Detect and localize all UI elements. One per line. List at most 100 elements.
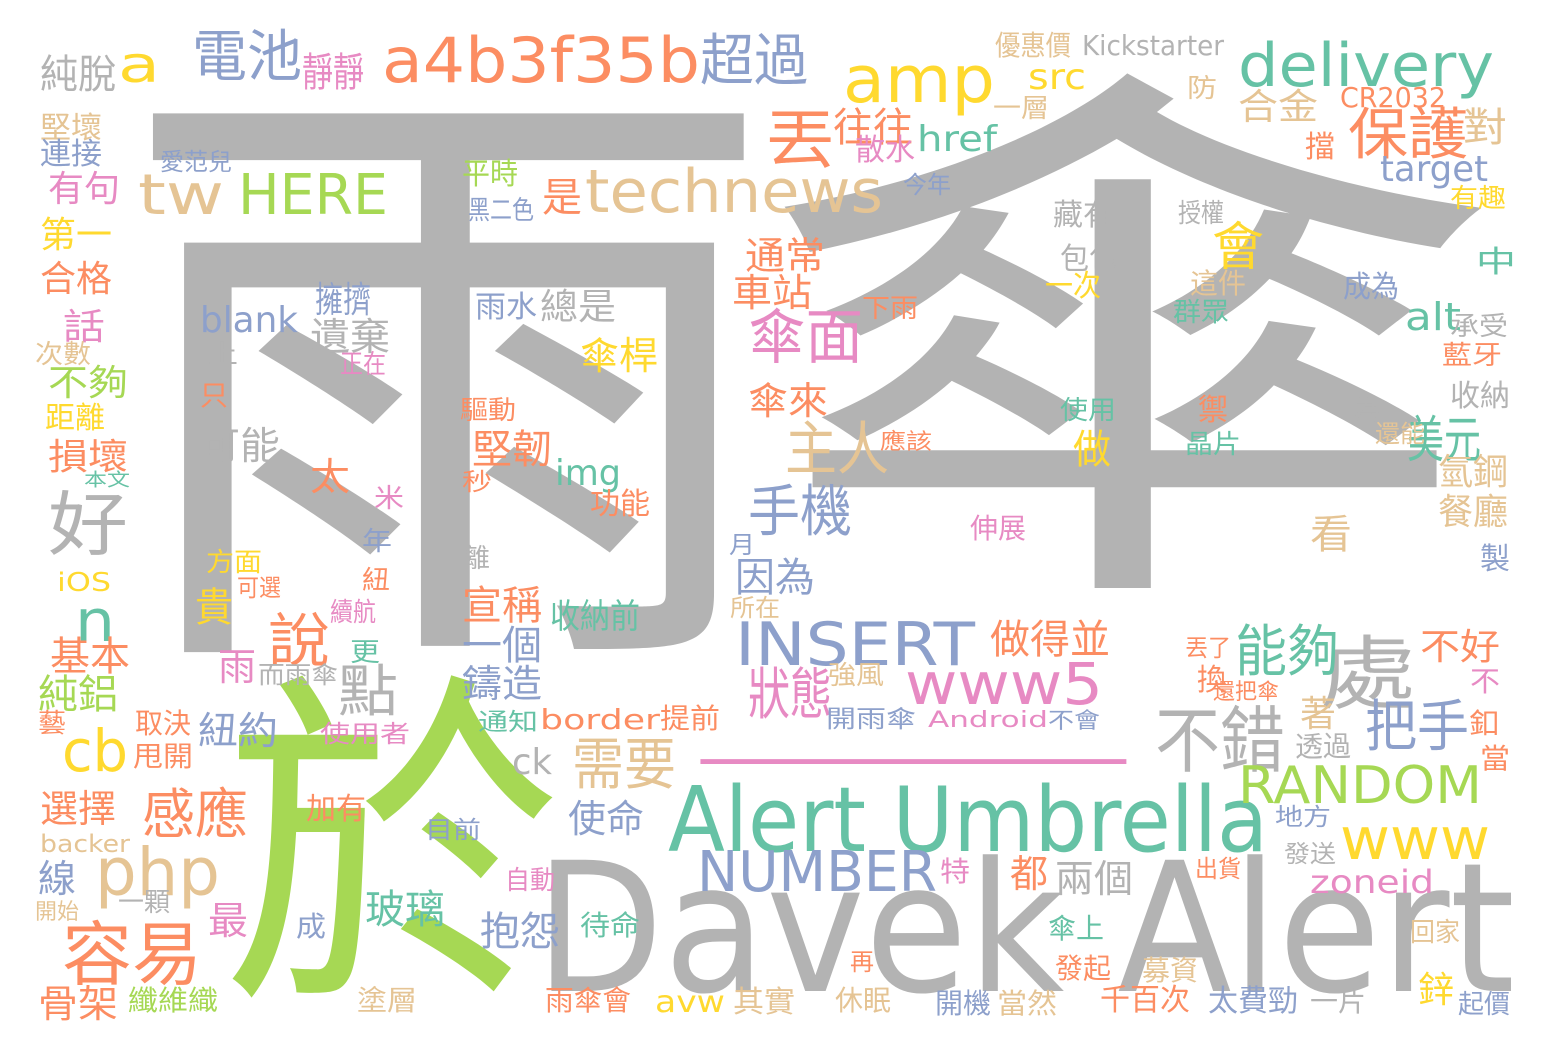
cloud-word: 靜靜 — [302, 50, 364, 96]
cloud-word: 藝 — [38, 709, 66, 739]
cloud-word: 離 — [462, 544, 490, 574]
cloud-word: 玻璃 — [365, 887, 445, 933]
cloud-word: Android — [928, 708, 1048, 733]
cloud-word: 開雨傘 — [826, 705, 916, 733]
cloud-word: 應該 — [880, 430, 932, 455]
cloud-word: www5 — [905, 650, 1103, 718]
cloud-word: 電池 — [192, 25, 302, 90]
cloud-word: 散水 — [855, 133, 915, 168]
cloud-word: 傘上 — [1048, 912, 1104, 945]
cloud-word: 驅動 — [460, 396, 516, 426]
cloud-word: 通常 — [745, 234, 825, 278]
cloud-word: 鑄造 — [462, 662, 542, 706]
cloud-word: 黑二色 — [468, 196, 534, 226]
cloud-word: 提前 — [660, 702, 720, 735]
cloud-word: 合金 — [1238, 87, 1318, 128]
cloud-word: 藍牙 — [1442, 341, 1502, 371]
cloud-word: 擋 — [1305, 130, 1335, 165]
cloud-word: 甩開 — [133, 740, 193, 773]
cloud-word: 當 — [1480, 742, 1510, 775]
cloud-word: 出貨 — [1195, 855, 1241, 883]
cloud-word: 本文 — [84, 470, 130, 491]
cloud-word: 特 — [940, 855, 970, 888]
cloud-word: 基本 — [50, 634, 130, 680]
cloud-word: 加有 — [306, 792, 366, 827]
cloud-word: 傘來 — [748, 379, 828, 423]
cloud-word: 太 — [310, 455, 350, 499]
cloud-word: 成為 — [1343, 270, 1399, 305]
cloud-word: 堅韌 — [472, 427, 552, 473]
cloud-word: 募資 — [1142, 954, 1198, 987]
cloud-word: blank — [200, 300, 298, 341]
cloud-word: 地方 — [1275, 803, 1331, 831]
cloud-word: 製 — [1480, 542, 1510, 577]
cloud-word: 不會 — [1048, 709, 1100, 734]
cloud-word: 月 — [729, 531, 755, 559]
cloud-word: 宣稱 — [462, 583, 542, 629]
cloud-word: 目前 — [425, 816, 481, 844]
cloud-word: 還把傘 — [1213, 680, 1279, 705]
cloud-word: cb — [62, 717, 128, 785]
word-cloud: 雨傘於 Davek Alert 一 Alert Umbrella a4b3f35b tec… — [0, 0, 1548, 1052]
cloud-word: 使命 — [568, 797, 644, 841]
cloud-word: zoneid — [1310, 863, 1434, 901]
cloud-word: 雨水 — [475, 290, 537, 325]
cloud-word: 優惠價 — [995, 29, 1071, 62]
cloud-word: 米 — [374, 484, 404, 514]
cloud-word: 釦 — [1469, 707, 1499, 740]
cloud-word: 一層 — [993, 94, 1049, 124]
cloud-word: 發起 — [1055, 952, 1111, 985]
cloud-word: 主人 — [785, 415, 889, 483]
cloud-word: 有句 — [48, 169, 120, 210]
cloud-word: 千百次 — [1100, 983, 1190, 1018]
cloud-word: 手機 — [748, 480, 852, 545]
cloud-word: 傘桿 — [580, 334, 658, 378]
cloud-word: 正在 — [340, 350, 386, 380]
cloud-word: 待命 — [580, 909, 640, 942]
cloud-word: 感應 — [142, 783, 248, 846]
cloud-word: avw — [655, 985, 725, 1020]
cloud-word: 合格 — [40, 259, 112, 300]
cloud-word: www — [1340, 805, 1490, 873]
cloud-word: 防 — [1187, 74, 1217, 104]
cloud-word: 可能 — [200, 424, 280, 468]
cloud-word: 平時 — [462, 157, 518, 192]
cloud-word: 取決 — [135, 707, 191, 740]
cloud-word: 著 — [1300, 694, 1336, 735]
cloud-word: technews — [585, 157, 883, 227]
cloud-word: 藏有 — [1053, 198, 1113, 233]
cloud-word: 距離 — [45, 401, 105, 436]
cloud-word: 有趣 — [1450, 184, 1506, 214]
cloud-word: 強風 — [828, 661, 884, 691]
cloud-word: target — [1380, 149, 1488, 190]
cloud-word: 再 — [850, 948, 874, 976]
cloud-word: 線 — [38, 857, 76, 901]
cloud-word: 好 — [48, 484, 128, 566]
cloud-word: 丟 — [765, 103, 835, 178]
cloud-word: 今年 — [903, 171, 951, 199]
cloud-word: 方面 — [206, 548, 262, 578]
cloud-word: 續航 — [330, 598, 376, 628]
cloud-word: 狀態 — [748, 663, 832, 728]
cloud-word: HERE — [238, 163, 388, 228]
cloud-word: 授權 — [1178, 199, 1224, 229]
cloud-word: NUMBER — [697, 840, 937, 905]
cloud-word: 禦 — [1198, 393, 1228, 428]
cloud-word: 不夠 — [48, 363, 128, 404]
cloud-word: 愛范兒 — [160, 148, 232, 176]
cloud-word: 兩個 — [1055, 857, 1133, 901]
cloud-word: 對 — [1463, 105, 1507, 151]
cloud-word: 雨 — [218, 645, 256, 689]
cloud-word: 開始 — [35, 900, 79, 925]
cloud-word: 群眾 — [1173, 298, 1229, 328]
cloud-word: href — [917, 119, 997, 160]
cloud-word: 一次 — [1045, 269, 1101, 304]
cloud-word: 其實 — [733, 985, 795, 1020]
cloud-word: 只 — [200, 379, 228, 412]
cloud-word: 骨架 — [38, 982, 118, 1026]
cloud-word: 一顆 — [118, 888, 170, 918]
cloud-word: 做 — [1073, 427, 1111, 473]
cloud-word: 需要 — [572, 733, 676, 798]
cloud-word: 因為 — [735, 555, 815, 601]
cloud-word: 回家 — [1410, 918, 1460, 948]
